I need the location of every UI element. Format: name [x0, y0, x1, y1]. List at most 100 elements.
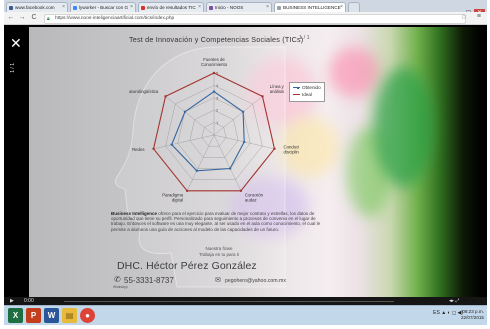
email-icon: ✉: [215, 277, 221, 284]
tab-close-icon[interactable]: ×: [198, 3, 201, 12]
slide-title: Test de Innovación y Competencias Social…: [129, 35, 304, 44]
system-tray[interactable]: ES ▲ ◐ ◻ ◀): [433, 310, 463, 316]
decor-glow: [374, 67, 434, 187]
chart-legend: Obtenido Ideal: [289, 82, 325, 102]
radar-tick-label: 3: [216, 95, 219, 100]
page-indicator: 1 / 1: [299, 35, 310, 41]
lock-icon: 🔒︎: [47, 16, 50, 22]
tab-facebook[interactable]: www.facebook.com ×: [6, 2, 68, 12]
clock-date: 22/07/2015: [461, 315, 484, 320]
forward-arrow-icon[interactable]: →: [17, 13, 27, 23]
google-favicon-icon: [73, 5, 77, 10]
chrome-icon[interactable]: ●: [80, 308, 95, 323]
radar-tick-label: 4: [216, 83, 219, 88]
legend-swatch: [293, 94, 300, 96]
tagline-line-2: Trabaja en tu para ti: [198, 251, 240, 257]
window-controls: –▢✕: [452, 1, 485, 17]
facebook-favicon-icon: [9, 5, 13, 10]
radar-spoke: [213, 134, 242, 191]
radar-point-obtenido: [212, 90, 216, 93]
phone-number: 55-3331-8737: [124, 276, 174, 285]
player-bar: ▶ 0:00 ◂▸ ⤢: [4, 297, 487, 305]
radar-point-obtenido: [241, 110, 245, 114]
legend-label: Ideal: [302, 92, 312, 97]
word-icon[interactable]: W: [44, 308, 59, 323]
tab-close-icon[interactable]: ×: [340, 3, 343, 12]
seek-bar[interactable]: [64, 300, 394, 302]
radar-point-obtenido: [170, 143, 173, 146]
excel-icon[interactable]: X: [8, 308, 23, 323]
tab-business-intelligence[interactable]: BUSINESS INTELLIGENCE ×: [274, 2, 346, 12]
address-toolbar: ← → C 🔒︎ https://www.noos-inteligenciaar…: [4, 12, 487, 25]
email-address[interactable]: pegohero@yahoo.com.mx: [225, 278, 286, 284]
side-strip: 1 / 1: [8, 63, 24, 293]
bookmark-star-icon[interactable]: ☆: [461, 13, 467, 21]
radar-spoke: [213, 96, 263, 136]
tab-label: lyworker - Buscar con G: [79, 5, 129, 10]
back-arrow-icon[interactable]: ←: [6, 13, 16, 23]
radar-tick-label: 2: [216, 108, 219, 113]
whatsapp-icon: ✆: [114, 275, 121, 284]
radar-point-ideal: [239, 189, 243, 193]
play-icon[interactable]: ▶: [10, 297, 14, 305]
radar-category-label: Línea y análisis: [270, 84, 285, 94]
description-text: Business Intelligence ofrece para el eje…: [111, 211, 326, 232]
side-page-label: 1 / 1: [10, 63, 16, 73]
whatsapp-label: WhatsApp: [113, 285, 128, 289]
noos-favicon-icon: [209, 5, 213, 10]
browser-menu-icon[interactable]: ≡: [477, 13, 481, 20]
radar-chart: 12345Fuentes de ConocimientoLínea y anális…: [129, 57, 299, 203]
legend-item-obtenido: Obtenido: [293, 85, 321, 90]
page-favicon-icon: [277, 5, 281, 10]
clock[interactable]: 08:23 p.m. 22/07/2015: [461, 309, 484, 321]
radar-category-label: Fuentes de Conocimiento: [201, 57, 228, 67]
decor-glow: [329, 47, 379, 97]
tab-label: BUSINESS INTELLIGENCE: [283, 5, 341, 10]
tab-close-icon[interactable]: ×: [266, 3, 269, 12]
legend-marker: [296, 86, 299, 89]
radar-category-label: Paradigma digital: [162, 193, 183, 203]
tab-close-icon[interactable]: ×: [130, 3, 133, 12]
url-text: https://www.noos-inteligenciaartificial.…: [55, 16, 175, 21]
radar-point-ideal: [261, 95, 264, 98]
radar-spoke: [153, 134, 215, 149]
page-content: ✕ 1 / 1 Test de Innovación y Competencia…: [4, 25, 487, 297]
radar-point-ideal: [273, 147, 276, 150]
legend-label: Obtenido: [302, 85, 321, 90]
radar-category-label: Conducta ydisciplina: [284, 144, 299, 154]
radar-point-ideal: [164, 95, 167, 98]
tab-close-icon[interactable]: ×: [62, 3, 65, 12]
tab-label: Inicio - NOOS: [215, 5, 244, 10]
author-name: DHC. Héctor Pérez González: [117, 260, 257, 272]
slide: Test de Innovación y Competencias Social…: [29, 27, 481, 297]
browser-tab-bar: www.facebook.com × lyworker - Buscar con…: [4, 0, 487, 17]
radar-spoke: [186, 134, 215, 191]
powerpoint-icon[interactable]: P: [26, 308, 41, 323]
tab-label: envío de resultados TIC: [147, 5, 196, 10]
legend-item-ideal: Ideal: [293, 92, 312, 97]
reload-icon[interactable]: C: [29, 13, 39, 23]
radar-point-obtenido: [243, 140, 246, 144]
radar-category-label: Neurolingüística: [129, 89, 159, 94]
radar-point-obtenido: [183, 110, 187, 114]
new-tab-button[interactable]: [348, 2, 360, 12]
radar-point-ideal: [152, 147, 155, 150]
file-explorer-icon[interactable]: ▤: [62, 308, 77, 323]
taskbar: X P W ▤ ● ES ▲ ◐ ◻ ◀) 08:23 p.m. 22/07/2…: [4, 305, 487, 325]
tab-gmail[interactable]: envío de resultados TIC ×: [138, 2, 204, 12]
radar-point-ideal: [185, 189, 189, 193]
radar-category-label: Redes: [132, 147, 144, 152]
radar-category-label: Conexión audaz: [245, 193, 264, 203]
tab-google-search[interactable]: lyworker - Buscar con G ×: [70, 2, 136, 12]
tab-noos[interactable]: Inicio - NOOS ×: [206, 2, 272, 12]
tab-label: www.facebook.com: [15, 5, 55, 10]
radar-point-ideal: [212, 71, 216, 75]
player-controls[interactable]: ◂▸ ⤢: [449, 297, 459, 305]
url-bar[interactable]: 🔒︎ https://www.noos-inteligenciaartifici…: [44, 14, 466, 24]
radar-series-obtenido: [171, 90, 245, 172]
radar-tick-label: 1: [216, 120, 219, 125]
screen: www.facebook.com × lyworker - Buscar con…: [4, 0, 487, 325]
close-viewer-icon[interactable]: ✕: [10, 35, 22, 52]
radar-point-obtenido: [228, 167, 232, 170]
radar-spoke: [165, 96, 215, 136]
